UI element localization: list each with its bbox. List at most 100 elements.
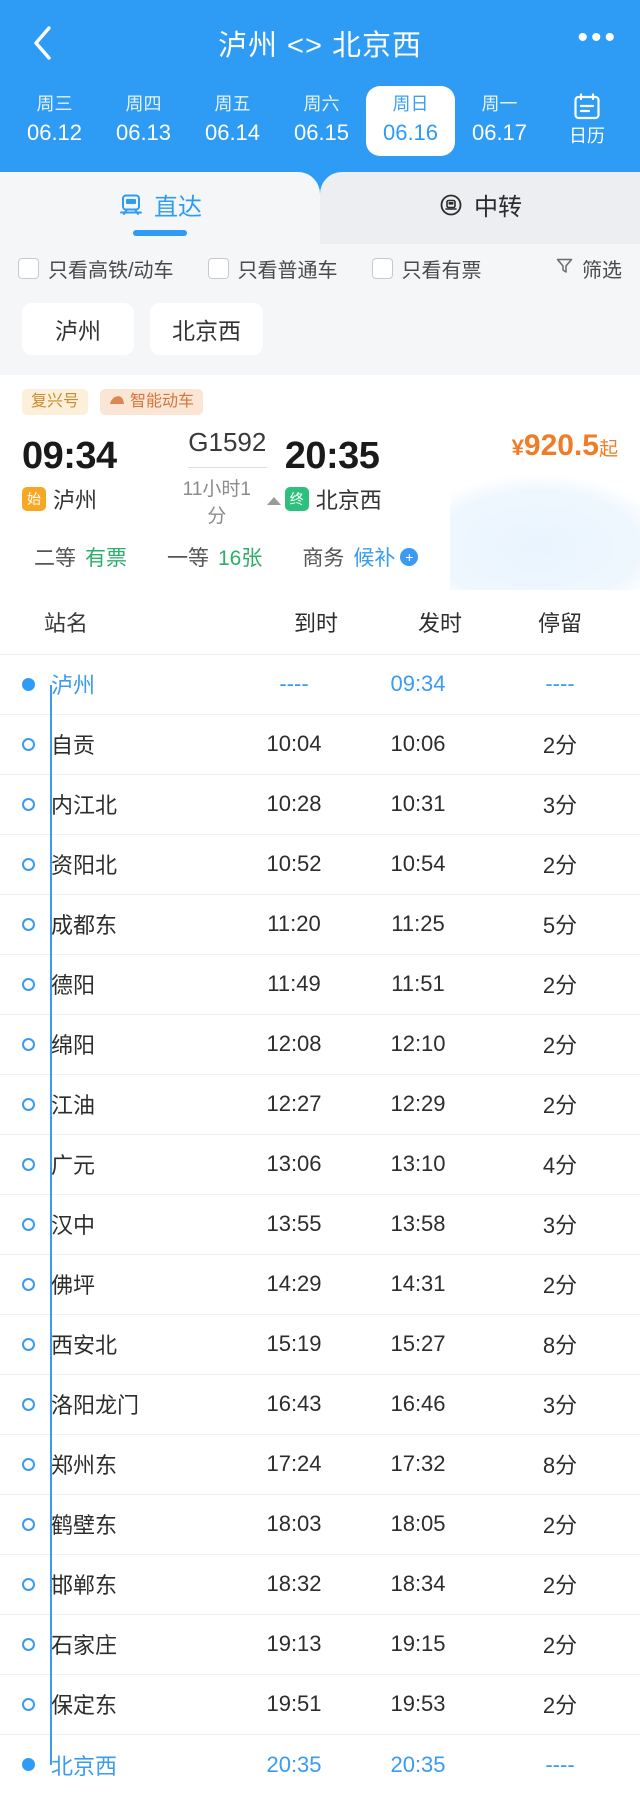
table-row[interactable]: 广元 13:06 13:10 4分 — [0, 1135, 640, 1195]
depart-cell: 16:46 — [390, 1391, 446, 1417]
station-name: 江油 — [51, 1093, 96, 1119]
train-card[interactable]: 复兴号 智能动车 09:34 始 泸州 G1592 11小时1分 20:35 终… — [0, 375, 640, 590]
station-cell: 成都东 — [0, 908, 232, 940]
timetable-header: 站名 到时 发时 停留 — [0, 590, 640, 655]
table-row[interactable]: 内江北 10:28 10:31 3分 — [0, 775, 640, 835]
chip-destination[interactable]: 北京西 — [150, 303, 263, 355]
filter-available-label: 只看有票 — [401, 260, 482, 282]
stay-cell: 8分 — [542, 1453, 578, 1479]
filter-available[interactable]: 只看有票 — [371, 254, 482, 283]
stay-cell: 2分 — [542, 1573, 578, 1599]
station-cell: 资阳北 — [0, 848, 232, 880]
table-row[interactable]: 绵阳 12:08 12:10 2分 — [0, 1015, 640, 1075]
table-row[interactable]: 邯郸东 18:32 18:34 2分 — [0, 1555, 640, 1615]
station-name: 洛阳龙门 — [51, 1393, 140, 1419]
table-row[interactable]: 北京西 20:35 20:35 ---- — [0, 1735, 640, 1795]
filter-normal[interactable]: 只看普通车 — [207, 254, 338, 283]
tab-transfer[interactable]: 中转 — [320, 172, 640, 244]
filter-button[interactable]: 筛选 — [555, 254, 622, 283]
table-row[interactable]: 石家庄 19:13 19:15 2分 — [0, 1615, 640, 1675]
station-name: 德阳 — [51, 973, 96, 999]
table-row[interactable]: 保定东 19:51 19:53 2分 — [0, 1675, 640, 1735]
page-title: 泸州 <> 北京西 — [218, 30, 422, 62]
seat-second-class[interactable]: 二等 有票 — [34, 542, 127, 572]
date-tab-1[interactable]: 周四 06.13 — [99, 86, 188, 156]
station-name: 自贡 — [51, 733, 96, 759]
arrive-cell: 10:04 — [266, 731, 322, 757]
table-row[interactable]: 郑州东 17:24 17:32 8分 — [0, 1435, 640, 1495]
arrive-cell: 10:28 — [266, 791, 322, 817]
tab-direct[interactable]: 直达 — [0, 172, 320, 244]
depart-cell: 11:25 — [391, 911, 445, 937]
station-name: 保定东 — [51, 1693, 118, 1719]
seat-first-class-label: 一等 — [167, 546, 209, 570]
station-dot-icon — [22, 1217, 35, 1231]
chip-origin[interactable]: 泸州 — [22, 303, 134, 355]
train-schedule-screen: 泸州 <> 北京西 ••• 周三 06.12 周四 06.13 周五 06.14… — [0, 0, 640, 1806]
table-row[interactable]: 汉中 13:55 13:58 3分 — [0, 1195, 640, 1255]
station-cell: 郑州东 — [0, 1448, 232, 1480]
arrive-cell: 14:29 — [266, 1271, 322, 1297]
ellipsis-icon[interactable]: ••• — [577, 23, 618, 55]
app-header: 泸州 <> 北京西 ••• 周三 06.12 周四 06.13 周五 06.14… — [0, 0, 640, 172]
station-cell: 北京西 — [0, 1749, 232, 1781]
transfer-train-icon — [438, 192, 464, 225]
station-cell: 保定东 — [0, 1688, 232, 1720]
depart-cell: 13:10 — [390, 1151, 446, 1177]
table-row[interactable]: 佛坪 14:29 14:31 2分 — [0, 1255, 640, 1315]
checkbox-available[interactable] — [371, 258, 393, 279]
depart-cell: 17:32 — [390, 1451, 446, 1477]
date-tab-4-selected[interactable]: 周日 06.16 — [366, 86, 455, 156]
checkbox-normal[interactable] — [207, 258, 229, 279]
filter-highspeed[interactable]: 只看高铁/动车 — [18, 254, 174, 283]
arrive-cell: 13:55 — [266, 1211, 322, 1237]
table-row[interactable]: 自贡 10:04 10:06 2分 — [0, 715, 640, 775]
waitlist-label: 候补 — [353, 546, 396, 570]
stay-cell: 4分 — [542, 1153, 578, 1179]
column-header-stay: 停留 — [537, 610, 582, 636]
checkbox-highspeed[interactable] — [18, 258, 39, 279]
stay-cell: 3分 — [542, 1393, 578, 1419]
stay-cell: 8分 — [542, 1333, 578, 1359]
table-row[interactable]: 鹤壁东 18:03 18:05 2分 — [0, 1495, 640, 1555]
depart-cell: 09:34 — [390, 671, 446, 697]
table-row[interactable]: 资阳北 10:52 10:54 2分 — [0, 835, 640, 895]
station-name: 成都东 — [51, 913, 118, 939]
station-dot-icon — [22, 1157, 35, 1171]
plus-circle-icon[interactable]: + — [400, 547, 419, 566]
start-station-badge: 始 — [22, 487, 46, 512]
station-cell: 泸州 — [0, 668, 232, 700]
stay-cell: 2分 — [542, 1093, 578, 1119]
station-name: 绵阳 — [51, 1033, 96, 1059]
station-name: 邯郸东 — [51, 1573, 118, 1599]
date-tab-0[interactable]: 周三 06.12 — [10, 86, 99, 156]
depart-cell: 10:31 — [390, 791, 446, 817]
arrive-cell: 16:43 — [266, 1391, 322, 1417]
back-icon[interactable] — [22, 23, 62, 63]
tab-transfer-label: 中转 — [474, 194, 522, 221]
station-chips: 泸州 北京西 — [0, 297, 640, 375]
timetable-body: 泸州 ---- 09:34 ---- 自贡 10:04 10:06 2分 内江北… — [0, 655, 640, 1795]
tab-active-indicator — [133, 230, 187, 236]
station-cell: 石家庄 — [0, 1628, 232, 1660]
station-cell: 洛阳龙门 — [0, 1388, 232, 1420]
table-row[interactable]: 德阳 11:49 11:51 2分 — [0, 955, 640, 1015]
seat-business-class[interactable]: 商务 候补 + — [302, 542, 419, 572]
seat-first-class[interactable]: 一等 16张 — [167, 542, 262, 572]
table-row[interactable]: 泸州 ---- 09:34 ---- — [0, 655, 640, 715]
duration-toggle[interactable]: 11小时1分 — [174, 474, 281, 528]
calendar-button[interactable]: 日历 — [544, 86, 630, 148]
table-row[interactable]: 洛阳龙门 16:43 16:46 3分 — [0, 1375, 640, 1435]
seat-second-class-label: 二等 — [34, 546, 76, 570]
table-row[interactable]: 西安北 15:19 15:27 8分 — [0, 1315, 640, 1375]
price-suffix: 起 — [598, 438, 618, 460]
price-block[interactable]: ¥920.5起 — [452, 419, 618, 473]
station-name: 资阳北 — [51, 853, 118, 879]
table-row[interactable]: 成都东 11:20 11:25 5分 — [0, 895, 640, 955]
filter-normal-label: 只看普通车 — [237, 260, 338, 282]
train-price: ¥920.5起 — [452, 423, 618, 473]
date-tab-5[interactable]: 周一 06.17 — [455, 86, 544, 156]
date-tab-3[interactable]: 周六 06.15 — [277, 86, 366, 156]
date-tab-2[interactable]: 周五 06.14 — [188, 86, 277, 156]
table-row[interactable]: 江油 12:27 12:29 2分 — [0, 1075, 640, 1135]
